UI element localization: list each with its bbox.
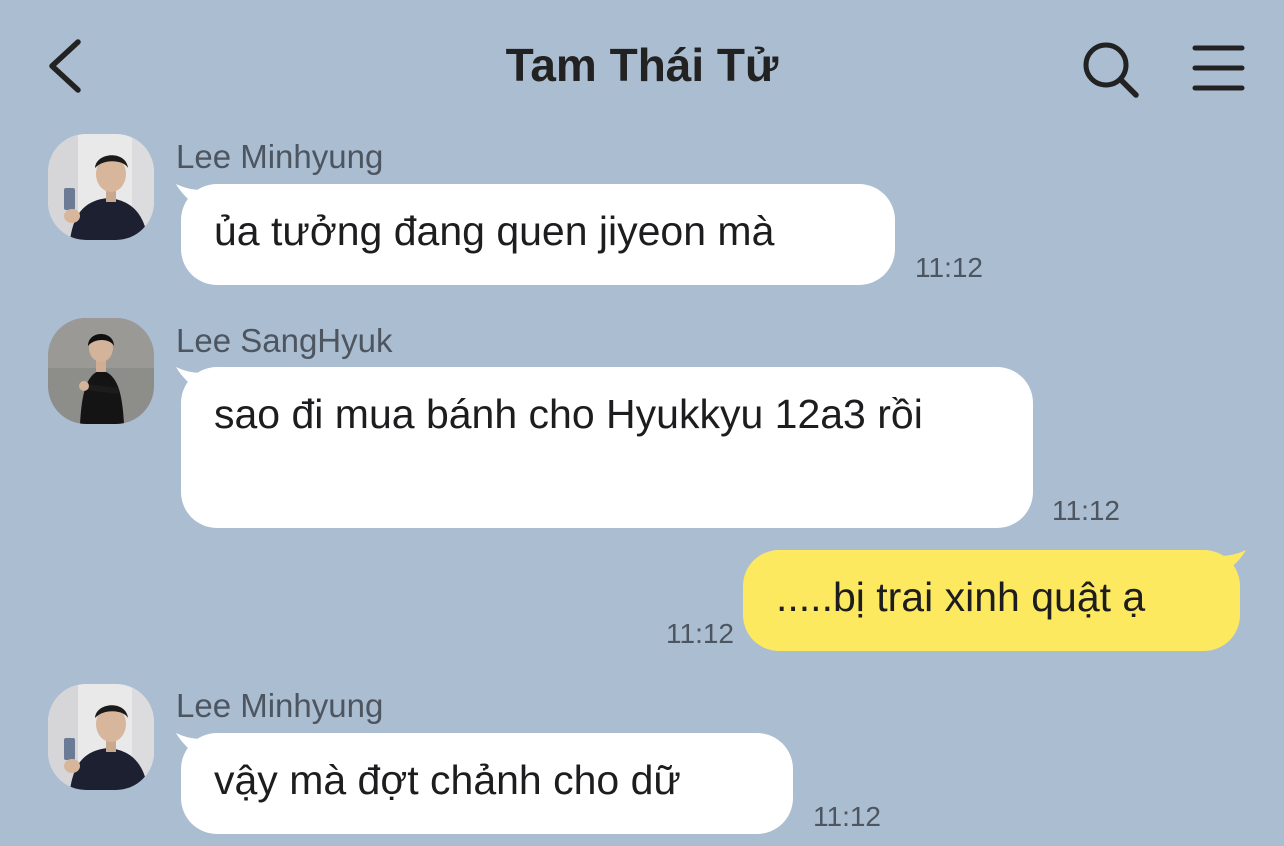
search-icon — [1083, 42, 1139, 98]
profile-photo-icon — [48, 318, 154, 424]
hamburger-menu-icon — [1192, 45, 1245, 91]
message-bubble[interactable]: vậy mà đợt chảnh cho dữ — [181, 733, 793, 834]
message-time: 11:12 — [915, 252, 983, 283]
avatar-lee-minhyung[interactable] — [48, 684, 154, 790]
chevron-left-icon — [49, 39, 81, 93]
message-time: 11:12 — [1052, 495, 1120, 526]
search-button[interactable] — [1080, 38, 1142, 100]
sender-name: Lee Minhyung — [176, 687, 384, 724]
bubble-tail — [1220, 550, 1246, 576]
message-text: .....bị trai xinh quật ạ — [776, 574, 1146, 620]
profile-photo-icon — [48, 134, 154, 240]
message-text: vậy mà đợt chảnh cho dữ — [214, 757, 681, 803]
sender-name: Lee SangHyuk — [176, 322, 393, 359]
message-time: 11:12 — [666, 618, 734, 649]
message-text: sao đi mua bánh cho Hyukkyu 12a3 rồi — [214, 391, 923, 437]
menu-button[interactable] — [1190, 42, 1248, 94]
chat-header: Tam Thái Tử — [0, 0, 1284, 130]
message-bubble[interactable]: ủa tưởng đang quen jiyeon mà — [181, 184, 895, 285]
avatar-lee-sanghyuk[interactable] — [48, 318, 154, 424]
sender-name: Lee Minhyung — [176, 138, 384, 175]
avatar-lee-minhyung[interactable] — [48, 134, 154, 240]
back-button[interactable] — [44, 36, 88, 96]
message-bubble-outgoing[interactable]: .....bị trai xinh quật ạ — [743, 550, 1240, 651]
profile-photo-icon — [48, 684, 154, 790]
message-text: ủa tưởng đang quen jiyeon mà — [214, 208, 775, 254]
message-time: 11:12 — [813, 801, 881, 832]
message-bubble[interactable]: sao đi mua bánh cho Hyukkyu 12a3 rồi — [181, 367, 1033, 528]
